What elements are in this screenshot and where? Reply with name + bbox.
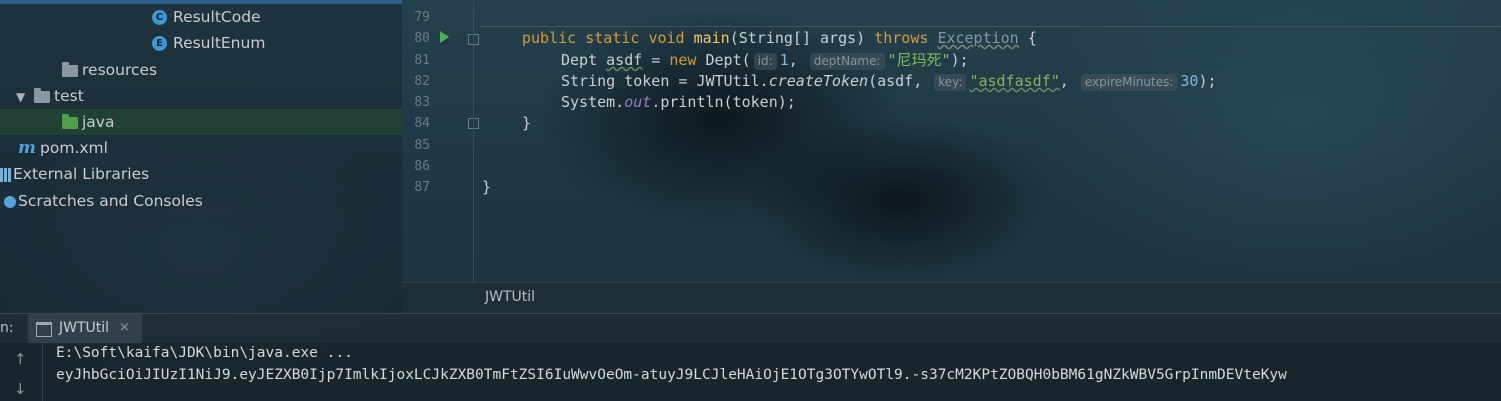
line-number: 82 xyxy=(414,74,430,89)
breadcrumb-class[interactable]: JWTUtil xyxy=(485,289,535,305)
tree-item-java[interactable]: java xyxy=(0,109,402,135)
tree-item-label: java xyxy=(82,113,115,131)
close-icon[interactable]: × xyxy=(119,320,130,335)
libraries-icon xyxy=(0,167,3,182)
up-arrow-icon[interactable]: ↑ xyxy=(14,350,27,368)
parameter-hint: key: xyxy=(934,74,967,91)
down-arrow-icon[interactable]: ↓ xyxy=(14,380,27,398)
tree-item-scratches[interactable]: Scratches and Consoles xyxy=(0,188,203,214)
editor-breadcrumb[interactable]: JWTUtil xyxy=(402,282,1501,314)
code-line-83: System.out.println(token); xyxy=(561,93,796,111)
run-tab-label: JWTUtil xyxy=(59,320,110,336)
method-separator xyxy=(480,26,1501,27)
tree-item-external-libraries[interactable]: External Libraries xyxy=(0,161,149,187)
class-icon: C xyxy=(152,10,167,25)
tree-item-label: test xyxy=(54,87,84,105)
parameter-hint: expireMinutes: xyxy=(1080,74,1178,91)
code-editor[interactable]: 79 80 81 82 83 84 85 86 87 public static… xyxy=(402,0,1501,282)
scratches-icon xyxy=(4,195,16,208)
run-gutter-icon[interactable] xyxy=(440,31,449,43)
folder-icon xyxy=(34,87,50,103)
run-label: n: xyxy=(0,320,14,336)
tree-item-label: ResultEnum xyxy=(173,34,266,52)
tree-item-label: ResultCode xyxy=(173,8,261,26)
expand-arrow-icon[interactable]: ▼ xyxy=(16,84,34,110)
tree-item-label: Scratches and Consoles xyxy=(18,192,203,210)
tree-item-label: resources xyxy=(82,61,158,79)
code-line-84: } xyxy=(522,114,532,132)
run-tool-window-header: n: JWTUtil × xyxy=(0,313,1501,344)
console-toolbar: ↑ ↓ xyxy=(0,343,43,401)
tree-item-test[interactable]: ▼ test xyxy=(16,83,84,109)
gutter-divider xyxy=(473,0,474,282)
tree-item-label: pom.xml xyxy=(40,139,108,157)
tree-item-resources[interactable]: resources xyxy=(62,57,157,83)
tree-item-resultcode[interactable]: C ResultCode xyxy=(152,4,261,30)
line-number: 86 xyxy=(414,159,430,174)
console-icon xyxy=(36,322,52,337)
project-tree: C ResultCode E ResultEnum resources ▼ test … xyxy=(0,0,402,313)
line-number: 79 xyxy=(414,10,430,25)
code-line-81: Dept asdf = new Dept(id: 1, deptName: "尼玛死… xyxy=(561,51,969,70)
source-folder-icon xyxy=(62,113,78,129)
editor-gutter: 79 80 81 82 83 84 85 86 87 xyxy=(402,0,479,282)
line-number: 84 xyxy=(414,116,430,131)
run-tab-jwtutil[interactable]: JWTUtil × xyxy=(28,314,142,344)
console-output-line: E:\Soft\kaifa\JDK\bin\java.exe ... xyxy=(56,345,353,361)
line-number: 83 xyxy=(414,95,430,110)
tree-item-pom[interactable]: m pom.xml xyxy=(18,135,108,161)
console-output-line: eyJhbGciOiJIUzI1NiJ9.eyJEZXB0Ijp7ImlkIjo… xyxy=(56,367,1287,383)
run-console[interactable]: ↑ ↓ E:\Soft\kaifa\JDK\bin\java.exe ... e… xyxy=(0,343,1501,401)
tree-item-label: External Libraries xyxy=(13,165,150,183)
code-line-80: public static void main(String[] args) t… xyxy=(522,29,1037,47)
parameter-hint: deptName: xyxy=(809,53,885,70)
enum-icon: E xyxy=(152,36,167,51)
tree-item-resultenum[interactable]: E ResultEnum xyxy=(152,30,265,56)
line-number: 80 xyxy=(414,31,430,46)
code-line-82: String token = JWTUtil.createToken(asdf,… xyxy=(561,72,1217,91)
line-number: 85 xyxy=(414,138,430,153)
maven-icon: m xyxy=(18,138,36,158)
line-number: 81 xyxy=(414,53,430,68)
code-line-87: } xyxy=(482,178,492,196)
resources-folder-icon xyxy=(62,61,78,77)
line-number: 87 xyxy=(414,180,430,195)
parameter-hint: id: xyxy=(753,53,777,70)
